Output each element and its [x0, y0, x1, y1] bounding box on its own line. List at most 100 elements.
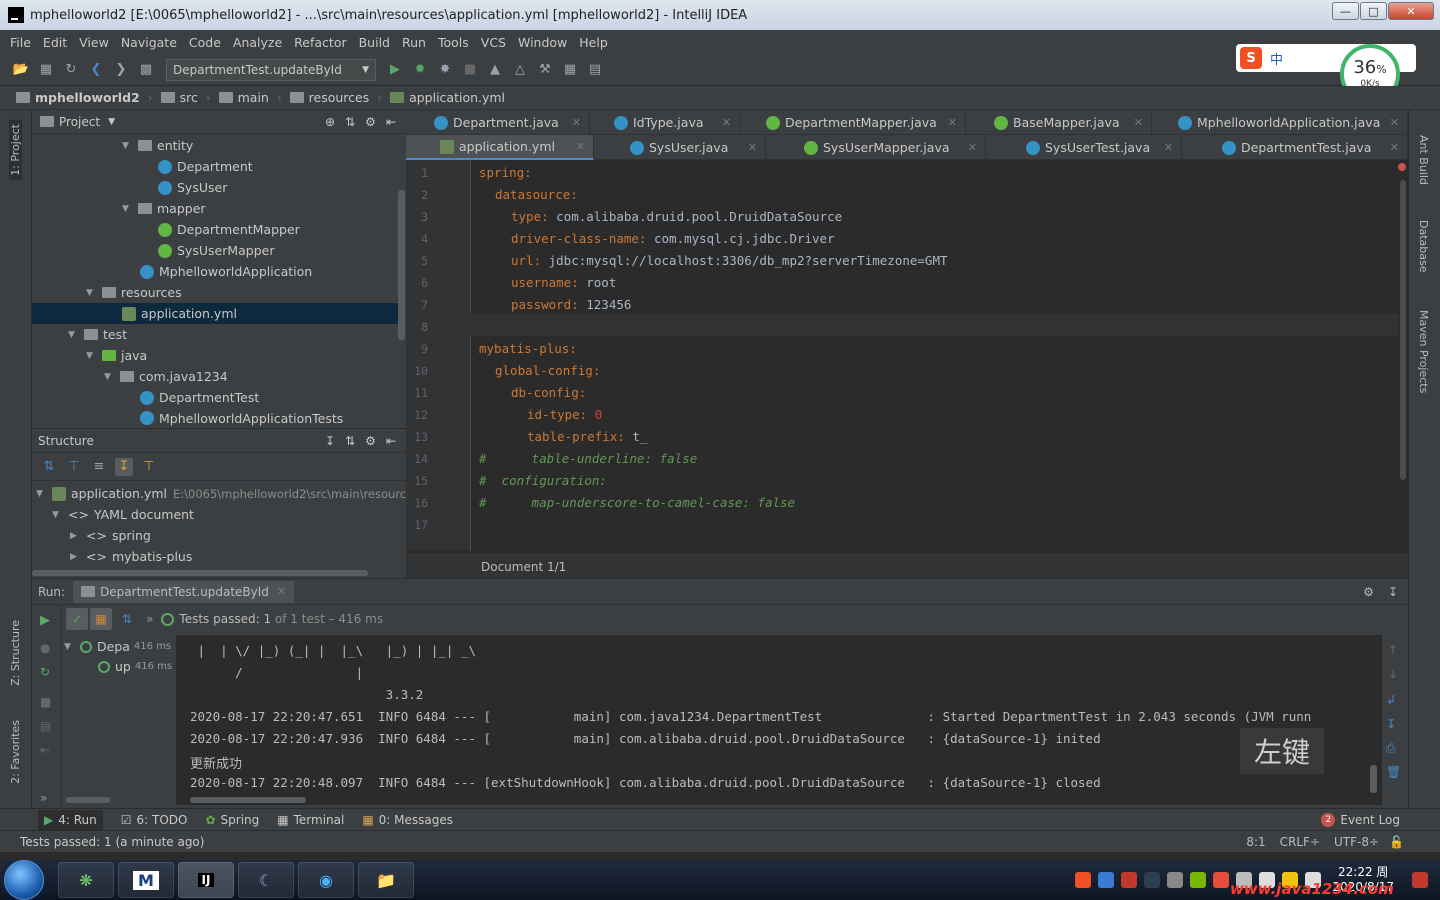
close-icon[interactable]: ✕: [968, 141, 977, 154]
tab-application-yml[interactable]: application.yml ✕: [406, 135, 594, 160]
expand-arrow-icon[interactable]: ▼: [36, 489, 48, 499]
shield-icon[interactable]: [1144, 872, 1161, 888]
menu-view[interactable]: View: [79, 35, 109, 50]
taskbar-app-eclipse[interactable]: ☾: [238, 862, 294, 898]
tree-item-mapper[interactable]: ▼ mapper: [122, 198, 206, 219]
console-vscrollbar[interactable]: [1370, 765, 1377, 793]
expand-arrow-icon[interactable]: ▼: [52, 510, 64, 520]
collapse-all-icon[interactable]: ⇅: [345, 434, 355, 448]
menu-analyze[interactable]: Analyze: [233, 35, 282, 50]
close-icon[interactable]: ✕: [1134, 116, 1143, 129]
taskbar-app-browser[interactable]: ◉: [298, 862, 354, 898]
tree-item-mphelloworldapplicationtests[interactable]: MphelloworldApplicationTests: [140, 408, 343, 428]
console-output[interactable]: | | \/ |_) (_| | |_\ |_) | |_| _\ / | 3.…: [176, 635, 1382, 805]
rerun-failed-icon[interactable]: ●: [40, 641, 50, 655]
test-tree-root[interactable]: ▼ Depa 416 ms: [64, 636, 171, 657]
dump-threads-icon[interactable]: ▤: [40, 719, 51, 733]
autoscroll-to-source-icon[interactable]: ↧: [115, 457, 133, 476]
show-passed-icon[interactable]: ✓: [66, 608, 88, 630]
expand-all-icon[interactable]: ↧: [325, 434, 335, 448]
expand-arrow-icon[interactable]: ▼: [104, 372, 116, 382]
print-icon[interactable]: ⎙: [1386, 741, 1396, 756]
ime-mode-label[interactable]: 中: [1270, 49, 1283, 68]
taskbar-app-intellij[interactable]: IJ: [178, 862, 234, 898]
toggle-autotest-icon[interactable]: ↻: [40, 665, 50, 679]
nvidia-icon[interactable]: [1190, 872, 1207, 888]
tool-todo[interactable]: ☑ 6: TODO: [121, 813, 188, 827]
menu-build[interactable]: Build: [359, 35, 390, 50]
expand-arrow-icon[interactable]: ▼: [64, 642, 76, 652]
collapsed-arrow-icon[interactable]: ▶: [70, 552, 82, 562]
tree-item-sysusermapper[interactable]: SysUserMapper: [158, 240, 274, 261]
close-icon[interactable]: ✕: [748, 141, 757, 154]
menu-file[interactable]: File: [10, 35, 31, 50]
tree-item-departmentmapper[interactable]: DepartmentMapper: [158, 219, 300, 240]
test-tree-child[interactable]: up 416 ms: [98, 656, 172, 677]
close-icon[interactable]: ✕: [722, 116, 731, 129]
autoscroll-from-source-icon[interactable]: ⊤: [140, 458, 158, 476]
hide-icon[interactable]: ⇤: [386, 434, 396, 448]
collapse-icon[interactable]: ≡: [90, 458, 108, 476]
more-icon[interactable]: »: [146, 612, 153, 626]
rerun-icon[interactable]: ▶: [40, 613, 50, 628]
menu-run[interactable]: Run: [402, 35, 426, 50]
sougou-tray-icon[interactable]: [1075, 872, 1092, 888]
more-icon[interactable]: »: [40, 791, 47, 805]
tool-run[interactable]: ▶ 4: Run: [38, 809, 103, 830]
up-arrow-icon[interactable]: ↑: [1388, 643, 1398, 657]
maximize-button[interactable]: □: [1360, 2, 1387, 20]
stop-icon[interactable]: ■: [461, 61, 479, 79]
expand-arrow-icon[interactable]: ▼: [86, 351, 98, 361]
caret-position[interactable]: 8:1: [1246, 835, 1265, 849]
document-indicator[interactable]: Document 1/1: [481, 560, 566, 574]
sougou-s-icon[interactable]: [1213, 872, 1230, 888]
lock-icon[interactable]: 🔓: [1389, 835, 1404, 849]
close-icon[interactable]: ✕: [1164, 141, 1173, 154]
tree-item-java[interactable]: ▼ java: [86, 345, 147, 366]
taskbar-app-explorer[interactable]: 📁: [358, 862, 414, 898]
tree-item-application-yml[interactable]: application.yml: [32, 303, 398, 324]
expand-arrow-icon[interactable]: ▼: [122, 141, 134, 151]
minimize-button[interactable]: —: [1332, 2, 1359, 20]
tree-item-departmenttest[interactable]: DepartmentTest: [140, 387, 259, 408]
tree-item-test[interactable]: ▼ test: [68, 324, 127, 345]
tool-spring[interactable]: ✿ Spring: [205, 813, 259, 827]
run-tab[interactable]: DepartmentTest.updateById ✕: [73, 580, 295, 603]
notification-icon[interactable]: [1412, 872, 1428, 888]
gear-icon[interactable]: ⚙: [1363, 585, 1374, 599]
tab-sysusertest-java[interactable]: SysUserTest.java ✕: [986, 135, 1182, 160]
project-tool-button[interactable]: 1: Project: [9, 120, 22, 180]
breadcrumb-src[interactable]: src: [160, 90, 198, 105]
sort-icon[interactable]: ⇅: [122, 612, 132, 626]
tab-departmentmapper-java[interactable]: DepartmentMapper.java ✕: [740, 110, 966, 135]
tree-item-entity[interactable]: ▼ entity: [122, 135, 193, 156]
close-icon[interactable]: ✕: [277, 585, 286, 598]
back-icon[interactable]: ❮: [87, 61, 105, 79]
taskbar-app-mm[interactable]: M: [118, 862, 174, 898]
database-tool-button[interactable]: Database: [1417, 220, 1430, 273]
menu-tools[interactable]: Tools: [438, 35, 469, 50]
favorites-tool-button[interactable]: 2: Favorites: [9, 720, 22, 784]
attach-icon[interactable]: ▲: [486, 61, 504, 79]
structure-item-spring[interactable]: ▶ <> spring: [70, 525, 151, 546]
collapse-icon[interactable]: ⇅: [345, 115, 355, 129]
file-encoding[interactable]: UTF-8÷: [1334, 835, 1379, 849]
menu-code[interactable]: Code: [189, 35, 221, 50]
tab-department-java[interactable]: Department.java ✕: [406, 110, 590, 135]
expand-arrow-icon[interactable]: ▼: [86, 288, 98, 298]
show-ignored-icon[interactable]: ▦: [90, 608, 112, 630]
menu-refactor[interactable]: Refactor: [294, 35, 346, 50]
test-tree-scrollbar[interactable]: [66, 797, 110, 803]
coverage-icon[interactable]: ✸: [436, 61, 454, 79]
forward-icon[interactable]: ❯: [112, 61, 130, 79]
close-icon[interactable]: ✕: [1390, 141, 1399, 154]
tab-mphelloworldapplication-java[interactable]: MphelloworldApplication.java ✕: [1152, 110, 1408, 135]
close-icon[interactable]: ✕: [572, 116, 581, 129]
tab-sysuser-java[interactable]: SysUser.java ✕: [594, 135, 766, 160]
close-icon[interactable]: ✕: [576, 140, 585, 153]
tab-idtype-java[interactable]: IdType.java ✕: [590, 110, 740, 135]
settings-wrench-icon[interactable]: ⚒: [536, 61, 554, 79]
project-structure-icon[interactable]: ▦: [561, 61, 579, 79]
down-arrow-icon[interactable]: ↓: [1388, 667, 1398, 681]
maven-tool-button[interactable]: Maven Projects: [1417, 310, 1430, 393]
